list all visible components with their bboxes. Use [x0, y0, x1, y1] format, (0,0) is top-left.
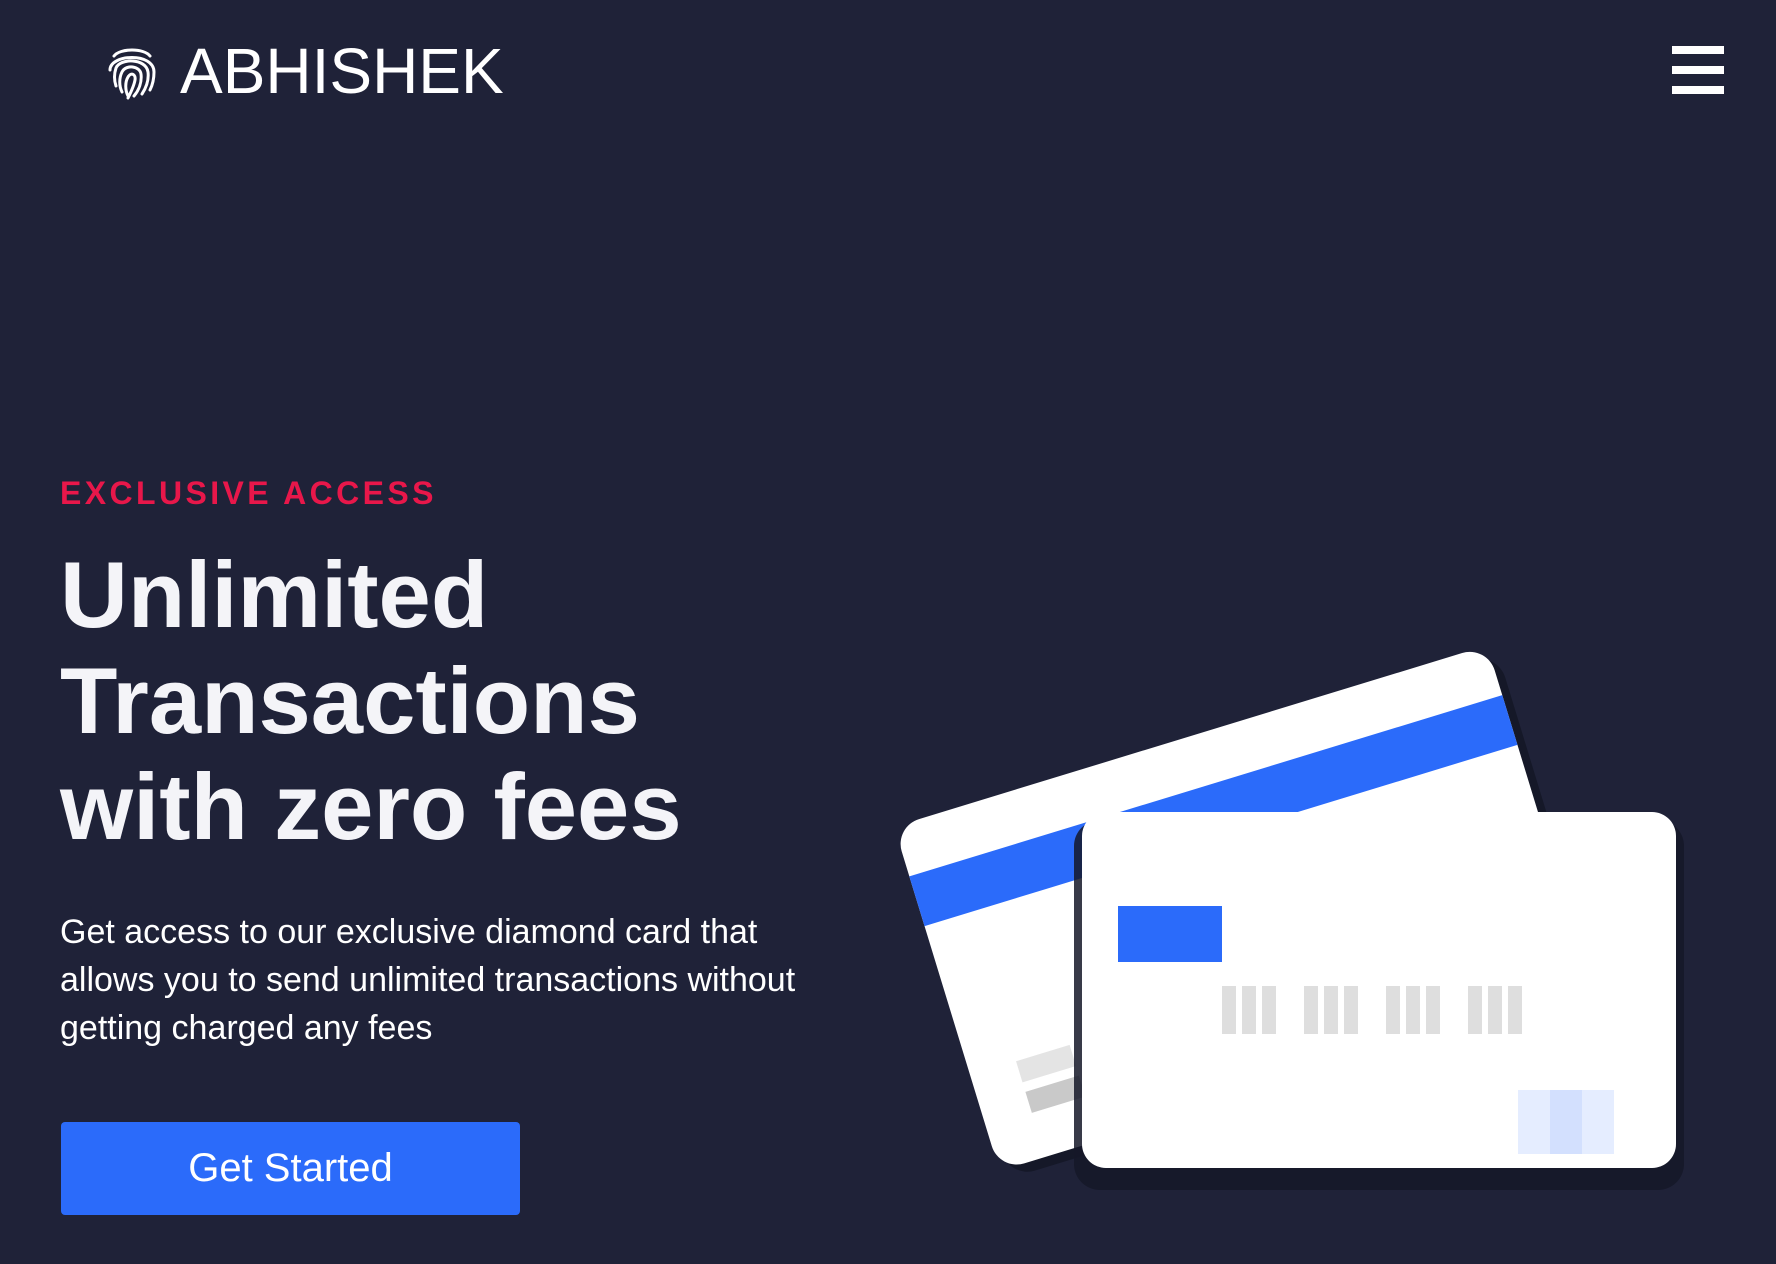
brand-name: ABHISHEK	[180, 35, 504, 107]
front-card	[1074, 812, 1684, 1190]
brand-logo-link[interactable]: ABHISHEK	[106, 36, 504, 106]
menu-bar-top	[1672, 46, 1724, 54]
headline-line-2: Transactions	[60, 648, 640, 753]
hero-eyebrow: EXCLUSIVE ACCESS	[60, 475, 437, 511]
menu-bar-bottom	[1672, 86, 1724, 94]
credit-cards-illustration	[900, 651, 1684, 1190]
landing-page: ABHISHEK EXCLUSIVE ACCESS Unlimited Tran…	[0, 0, 1776, 1264]
card-logo-squares	[1518, 1090, 1614, 1154]
get-started-button[interactable]: Get Started	[61, 1122, 520, 1215]
hero-section: EXCLUSIVE ACCESS Unlimited Transactions …	[60, 472, 880, 1052]
navbar: ABHISHEK	[0, 0, 1776, 140]
headline-line-3: with zero fees	[60, 754, 682, 859]
hamburger-menu-icon[interactable]	[1670, 46, 1726, 94]
headline-line-1: Unlimited	[60, 542, 489, 647]
hero-headline: Unlimited Transactions with zero fees	[60, 542, 800, 860]
menu-bar-middle	[1672, 66, 1724, 74]
hero-description: Get access to our exclusive diamond card…	[60, 913, 796, 1047]
fingerprint-icon	[108, 48, 156, 100]
